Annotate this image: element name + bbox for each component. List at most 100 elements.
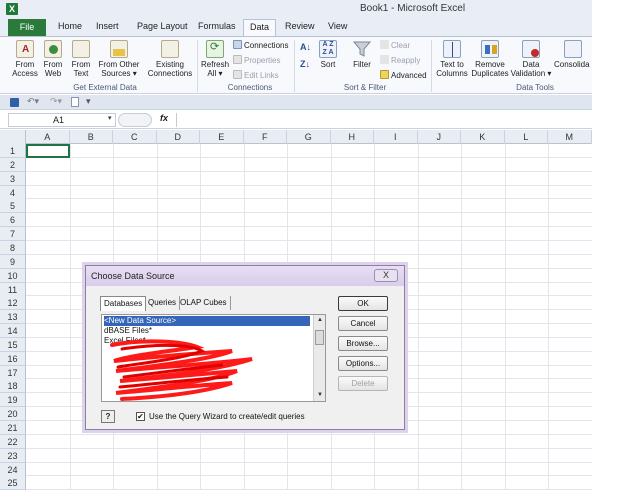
- column-header-e[interactable]: E: [200, 130, 244, 144]
- sort-descending-icon[interactable]: Z↓: [300, 59, 310, 69]
- tab-page-layout[interactable]: Page Layout: [137, 21, 188, 31]
- properties-button[interactable]: Properties: [233, 55, 280, 65]
- insert-function-icon[interactable]: fx: [160, 113, 168, 123]
- row-header-6[interactable]: 6: [0, 213, 26, 228]
- formula-bar-resize-handle[interactable]: [118, 113, 152, 127]
- help-icon[interactable]: ?: [101, 410, 115, 423]
- filter-button[interactable]: Filter: [350, 40, 374, 69]
- query-wizard-checkbox[interactable]: ✔: [136, 412, 145, 421]
- column-header-j[interactable]: J: [418, 130, 461, 144]
- scroll-down-icon[interactable]: ▼: [317, 392, 323, 398]
- tab-databases[interactable]: Databases: [100, 296, 147, 311]
- list-scrollbar[interactable]: ▲ ▼: [313, 315, 325, 401]
- from-other-sources-button[interactable]: From Other Sources ▾: [97, 40, 141, 78]
- browse-button[interactable]: Browse...: [338, 336, 388, 351]
- row-header-14[interactable]: 14: [0, 324, 26, 339]
- column-header-k[interactable]: K: [461, 130, 505, 144]
- row-header-8[interactable]: 8: [0, 240, 26, 255]
- data-source-list[interactable]: <New Data Source> dBASE Files* Excel Fil…: [101, 314, 326, 402]
- remove-duplicates-button[interactable]: Remove Duplicates: [471, 40, 509, 78]
- formula-input[interactable]: [176, 113, 588, 127]
- ok-button[interactable]: OK: [338, 296, 388, 311]
- text-to-columns-button[interactable]: Text to Columns: [435, 40, 469, 78]
- existing-connections-button[interactable]: Existing Connections: [147, 40, 193, 78]
- customize-qat-icon[interactable]: ▾: [86, 96, 91, 107]
- new-document-icon[interactable]: [71, 97, 79, 107]
- data-validation-button[interactable]: Data Validation ▾: [510, 40, 552, 78]
- tab-queries[interactable]: Queries: [145, 296, 181, 310]
- from-web-button[interactable]: From Web: [42, 40, 64, 78]
- row-header-12[interactable]: 12: [0, 296, 26, 311]
- row-header-3[interactable]: 3: [0, 171, 26, 186]
- dialog-title-bar[interactable]: Choose Data Source X: [86, 266, 404, 286]
- from-text-button[interactable]: From Text: [70, 40, 92, 78]
- connections-button[interactable]: Connections: [233, 40, 288, 50]
- column-header-d[interactable]: D: [157, 130, 200, 144]
- tab-formulas[interactable]: Formulas: [198, 21, 236, 31]
- name-box[interactable]: A1: [8, 113, 116, 127]
- from-access-button[interactable]: A From Access: [12, 40, 38, 78]
- reapply-button[interactable]: Reapply: [380, 55, 420, 65]
- row-header-16[interactable]: 16: [0, 351, 26, 366]
- options-button[interactable]: Options...: [338, 356, 388, 371]
- column-header-g[interactable]: G: [287, 130, 331, 144]
- column-header-h[interactable]: H: [331, 130, 374, 144]
- list-item[interactable]: <New Data Source>: [104, 316, 310, 326]
- tab-file[interactable]: File: [8, 19, 46, 36]
- column-header-c[interactable]: C: [113, 130, 157, 144]
- advanced-button[interactable]: Advanced: [380, 70, 427, 80]
- clear-button[interactable]: Clear: [380, 40, 410, 50]
- column-header-i[interactable]: I: [374, 130, 418, 144]
- dialog-body: Databases Queries OLAP Cubes <New Data S…: [86, 286, 404, 429]
- cancel-button[interactable]: Cancel: [338, 316, 388, 331]
- column-header-b[interactable]: B: [70, 130, 113, 144]
- row-header-19[interactable]: 19: [0, 393, 26, 408]
- row-header-24[interactable]: 24: [0, 462, 26, 477]
- scroll-up-icon[interactable]: ▲: [317, 317, 323, 323]
- tab-insert[interactable]: Insert: [96, 21, 119, 31]
- select-all-corner[interactable]: [0, 130, 26, 144]
- row-header-9[interactable]: 9: [0, 254, 26, 269]
- refresh-all-button[interactable]: ⟳ Refresh All ▾: [201, 40, 229, 78]
- row-header-21[interactable]: 21: [0, 421, 26, 435]
- row-header-15[interactable]: 15: [0, 337, 26, 352]
- row-header-7[interactable]: 7: [0, 227, 26, 242]
- row-header-20[interactable]: 20: [0, 407, 26, 422]
- row-header-11[interactable]: 11: [0, 282, 26, 297]
- tab-review[interactable]: Review: [285, 21, 315, 31]
- save-icon[interactable]: [10, 98, 19, 107]
- column-header-f[interactable]: F: [244, 130, 287, 144]
- excel-app-icon[interactable]: X: [6, 3, 18, 15]
- consolidate-button[interactable]: Consolida: [554, 40, 592, 69]
- tab-data[interactable]: Data: [243, 19, 277, 37]
- list-item[interactable]: dBASE Files*: [104, 326, 152, 336]
- row-header-25[interactable]: 25: [0, 476, 26, 490]
- undo-icon[interactable]: ↶▾: [27, 96, 39, 107]
- active-cell-a1[interactable]: [26, 144, 70, 158]
- column-header-l[interactable]: L: [505, 130, 548, 144]
- row-header-5[interactable]: 5: [0, 199, 26, 214]
- sort-ascending-icon[interactable]: A↓: [300, 42, 311, 52]
- row-header-10[interactable]: 10: [0, 268, 26, 283]
- row-header-13[interactable]: 13: [0, 310, 26, 325]
- row-header-22[interactable]: 22: [0, 434, 26, 449]
- column-header-a[interactable]: A: [26, 130, 70, 144]
- tab-view[interactable]: View: [328, 21, 347, 31]
- delete-button[interactable]: Delete: [338, 376, 388, 391]
- row-header-18[interactable]: 18: [0, 379, 26, 394]
- redo-icon[interactable]: ↷▾: [50, 96, 62, 107]
- name-box-dropdown-icon[interactable]: ▾: [108, 114, 112, 122]
- scroll-thumb[interactable]: [315, 330, 324, 345]
- tab-home[interactable]: Home: [58, 21, 82, 31]
- dialog-close-button[interactable]: X: [374, 269, 398, 282]
- column-header-m[interactable]: M: [548, 130, 592, 144]
- tab-olap-cubes[interactable]: OLAP Cubes: [177, 296, 231, 310]
- row-header-17[interactable]: 17: [0, 365, 26, 380]
- row-header-1[interactable]: 1: [0, 144, 26, 158]
- sort-button[interactable]: A ZZ A Sort: [317, 40, 339, 69]
- edit-links-button[interactable]: Edit Links: [233, 70, 279, 80]
- grid-line: [69, 144, 71, 490]
- row-header-4[interactable]: 4: [0, 185, 26, 200]
- row-header-23[interactable]: 23: [0, 448, 26, 463]
- row-header-2[interactable]: 2: [0, 157, 26, 172]
